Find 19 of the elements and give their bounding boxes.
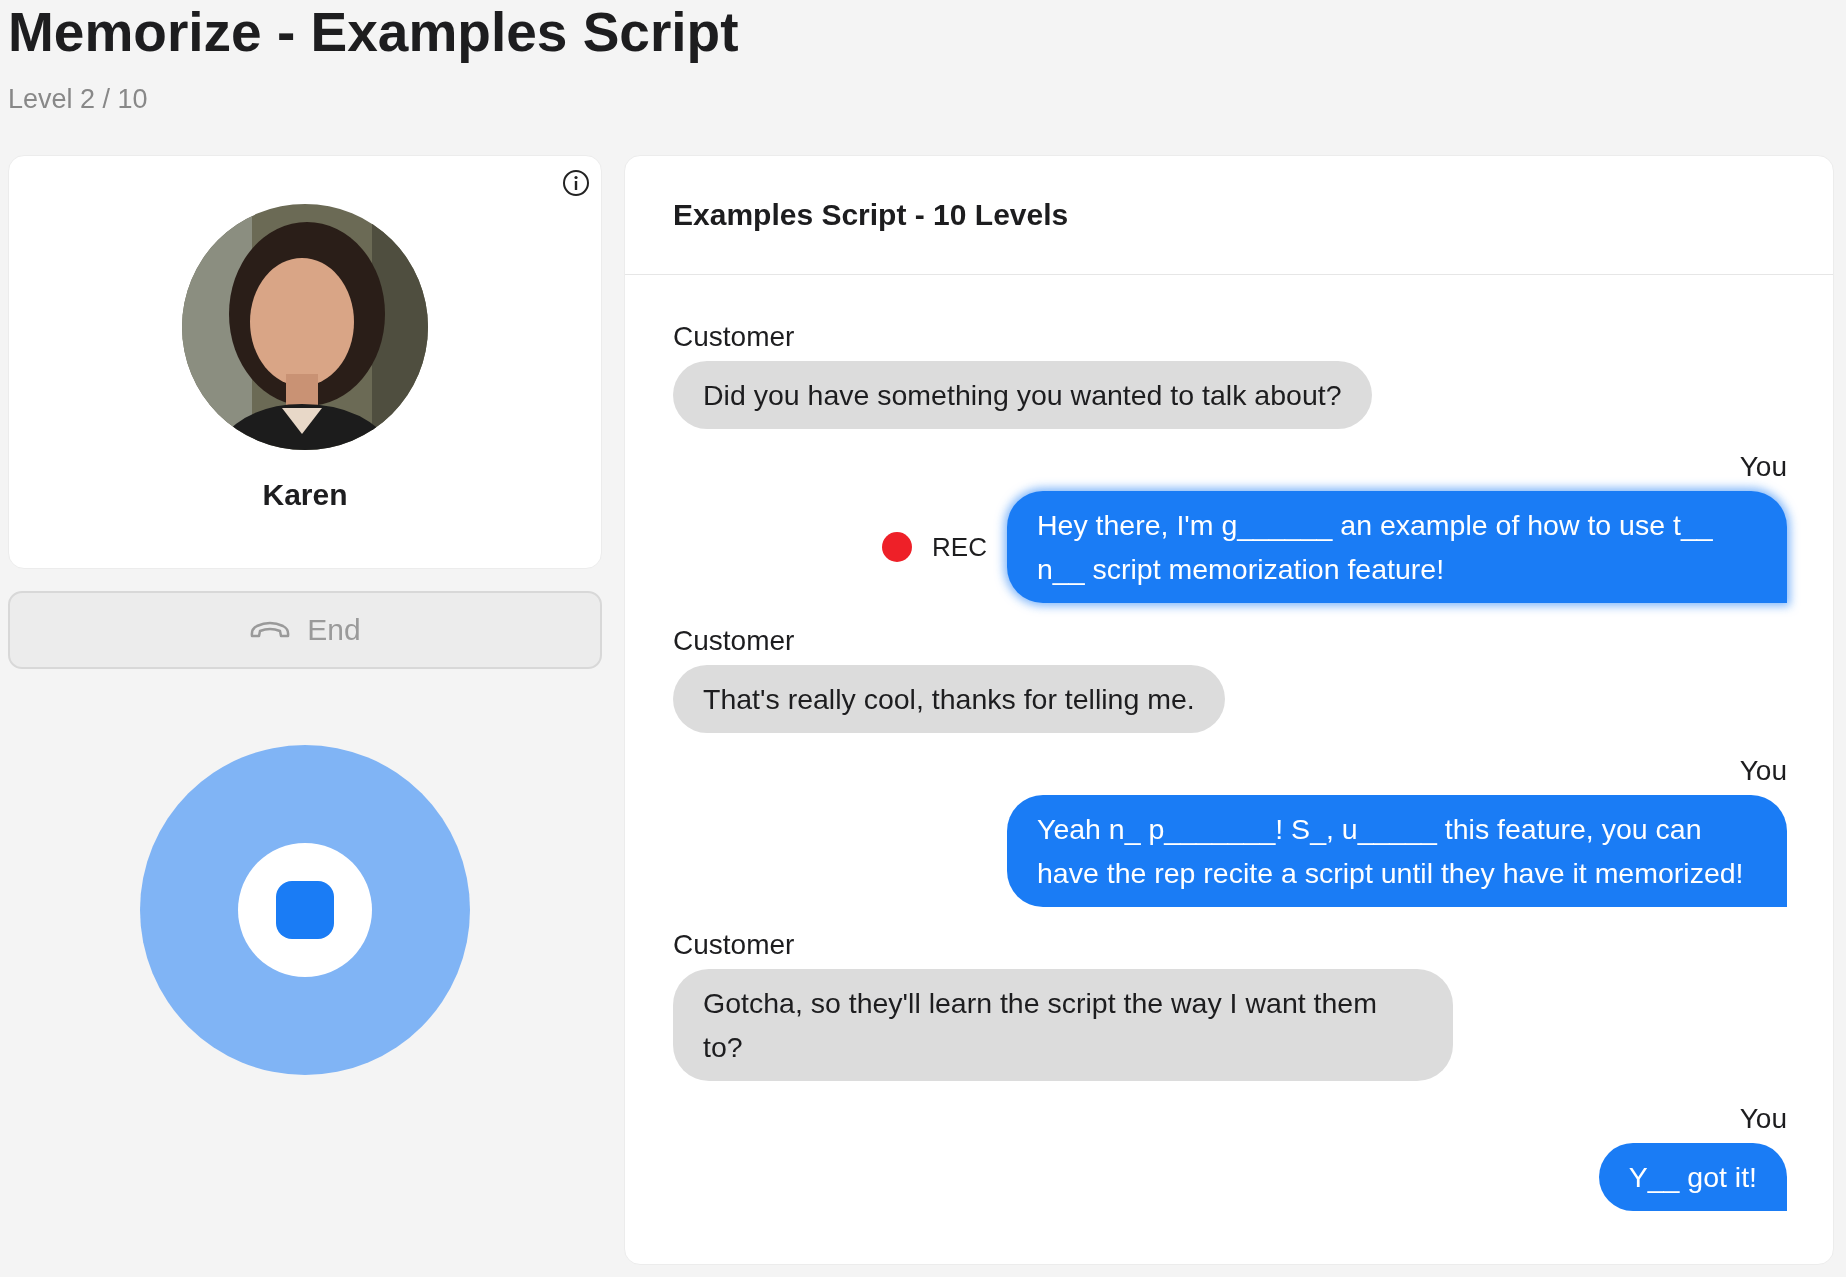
message-bubble: Y__ got it! <box>1598 1143 1787 1211</box>
info-icon[interactable] <box>561 168 591 198</box>
page-title: Memorize - Examples Script <box>8 0 740 64</box>
message-bubble: Yeah n_ p_______! S_, u_____ this feature, you can have the rep recite a script until they have it memorized! <box>1007 795 1787 907</box>
recording-label: REC <box>932 531 987 563</box>
message-bubble: Did you have something you wanted to talk about? <box>673 361 1372 429</box>
speaker-label: Customer <box>673 929 795 961</box>
speaker-label: Customer <box>673 321 795 353</box>
level-indicator: Level 2 / 10 <box>8 84 148 115</box>
speaker-label: You <box>1739 755 1787 787</box>
message-bubble: Gotcha, so they'll learn the script the way I want them to? <box>673 969 1453 1081</box>
speaker-label: Customer <box>673 625 795 657</box>
speaker-label: You <box>1739 1103 1787 1135</box>
message-bubble: That's really cool, thanks for telling me. <box>673 665 1225 733</box>
message-bubble: Hey there, I'm g______ an example of how to use t__ n__ script memorization feature! <box>1007 491 1787 603</box>
contact-name: Karen <box>262 478 348 512</box>
speaker-label: You <box>1739 451 1787 483</box>
chat-title: Examples Script - 10 Levels <box>673 198 1069 232</box>
recording-dot-icon <box>882 532 913 562</box>
